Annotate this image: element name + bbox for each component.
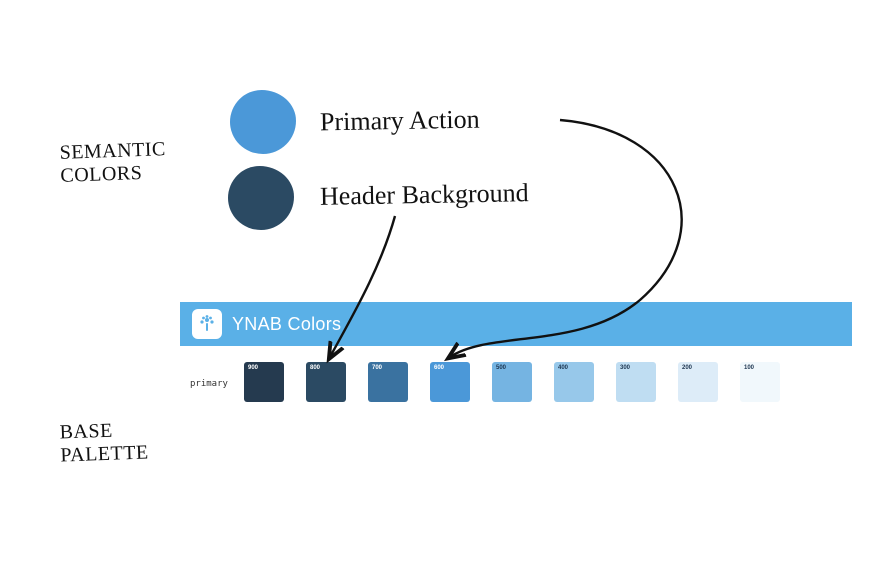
primary-action-label: Primary Action (320, 105, 480, 138)
palette-title: YNAB Colors (232, 314, 341, 335)
header-background-swatch (228, 166, 294, 230)
header-background-label: Header Background (320, 178, 529, 212)
swatch-label: 900 (248, 365, 258, 371)
swatch-label: 400 (558, 365, 568, 371)
swatch-500: 500 (492, 362, 532, 402)
base-palette-annotation: BASE PALETTE (59, 418, 149, 467)
swatch-900: 900 (244, 362, 284, 402)
swatch-label: 100 (744, 365, 754, 371)
ynab-logo-icon (192, 309, 222, 339)
semantic-colors-annotation: SEMANTIC COLORS (59, 138, 167, 188)
swatch-label: 600 (434, 365, 444, 371)
primary-action-swatch (230, 90, 296, 154)
swatch-label: 700 (372, 365, 382, 371)
swatch-label: 500 (496, 365, 506, 371)
swatch-100: 100 (740, 362, 780, 402)
palette-row-name: primary (190, 379, 228, 389)
swatch-label: 800 (310, 365, 320, 371)
swatch-400: 400 (554, 362, 594, 402)
palette-header-bar: YNAB Colors (180, 302, 852, 346)
swatch-200: 200 (678, 362, 718, 402)
swatch-300: 300 (616, 362, 656, 402)
swatch-700: 700 (368, 362, 408, 402)
swatch-600: 600 (430, 362, 470, 402)
swatch-label: 200 (682, 365, 692, 371)
mapping-arrows (0, 0, 880, 588)
swatch-800: 800 (306, 362, 346, 402)
swatch-label: 300 (620, 365, 630, 371)
palette-swatch-row: 900 800 700 600 500 400 300 200 100 (244, 362, 780, 402)
